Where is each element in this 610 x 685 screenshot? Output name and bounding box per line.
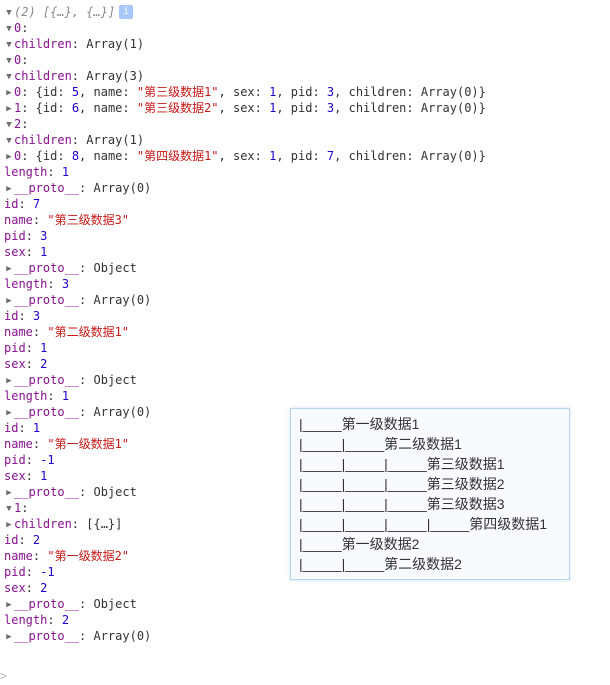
- root-header[interactable]: (2) [{…}, {…}] i: [4, 4, 606, 20]
- chevron-right-icon: [4, 291, 14, 309]
- obj0-c0-children-2[interactable]: 2:: [4, 116, 606, 132]
- length-row: length: 1: [4, 164, 606, 180]
- prop-sex: sex: 2: [4, 580, 606, 596]
- prop-name: name: "第二级数据1": [4, 324, 606, 340]
- proto-row[interactable]: __proto__: Array(0): [4, 628, 606, 644]
- chevron-right-icon: [4, 515, 14, 533]
- prop-name: name: "第三级数据3": [4, 212, 606, 228]
- chevron-right-icon: [4, 147, 14, 165]
- obj0-c0-c2-children-0[interactable]: 0: {id: 8, name: "第四级数据1", sex: 1, pid: …: [4, 148, 606, 164]
- chevron-right-icon: [4, 259, 14, 277]
- array-count: (2): [14, 4, 36, 20]
- proto-row[interactable]: __proto__: Object: [4, 596, 606, 612]
- obj0-c0[interactable]: 0:: [4, 52, 606, 68]
- length-row: length: 3: [4, 276, 606, 292]
- tree-row: |_____|_____第二级数据1: [299, 434, 561, 454]
- obj0-c0-children-1[interactable]: 1: {id: 6, name: "第三级数据2", sex: 1, pid: …: [4, 100, 606, 116]
- tree-overlay: |_____第一级数据1 |_____|_____第二级数据1 |_____|_…: [290, 408, 570, 580]
- obj0-c0-c2-children[interactable]: children: Array(1): [4, 132, 606, 148]
- tree-row: |_____|_____|_____第三级数据2: [299, 474, 561, 494]
- proto-row[interactable]: __proto__: Object: [4, 260, 606, 276]
- proto-row[interactable]: __proto__: Object: [4, 372, 606, 388]
- proto-row[interactable]: __proto__: Array(0): [4, 180, 606, 196]
- idx-0[interactable]: 0:: [4, 20, 606, 36]
- prop-sex: sex: 1: [4, 244, 606, 260]
- tree-row: |_____第一级数据2: [299, 534, 561, 554]
- length-row: length: 2: [4, 612, 606, 628]
- prop-pid: pid: 1: [4, 340, 606, 356]
- prop-id: id: 3: [4, 308, 606, 324]
- chevron-right-icon: [4, 627, 14, 645]
- chevron-right-icon: [4, 403, 14, 421]
- obj0-c0-children-0[interactable]: 0: {id: 5, name: "第三级数据1", sex: 1, pid: …: [4, 84, 606, 100]
- obj0-children[interactable]: children: Array(1): [4, 36, 606, 52]
- tree-row: |_____|_____|_____第三级数据3: [299, 494, 561, 514]
- prop-sex: sex: 2: [4, 356, 606, 372]
- chevron-right-icon: [4, 371, 14, 389]
- tree-row: |_____|_____第二级数据2: [299, 554, 561, 574]
- info-icon[interactable]: i: [119, 5, 133, 19]
- tree-row: |_____|_____|_____第三级数据1: [299, 454, 561, 474]
- prop-id: id: 7: [4, 196, 606, 212]
- console-caret-icon[interactable]: >: [0, 668, 7, 684]
- proto-row[interactable]: __proto__: Array(0): [4, 292, 606, 308]
- array-summary: [{…}, {…}]: [43, 4, 115, 20]
- chevron-right-icon: [4, 595, 14, 613]
- obj0-c0-children[interactable]: children: Array(3): [4, 68, 606, 84]
- prop-pid: pid: 3: [4, 228, 606, 244]
- tree-row: |_____|_____|_____|_____第四级数据1: [299, 514, 561, 534]
- tree-row: |_____第一级数据1: [299, 414, 561, 434]
- chevron-right-icon: [4, 179, 14, 197]
- length-row: length: 1: [4, 388, 606, 404]
